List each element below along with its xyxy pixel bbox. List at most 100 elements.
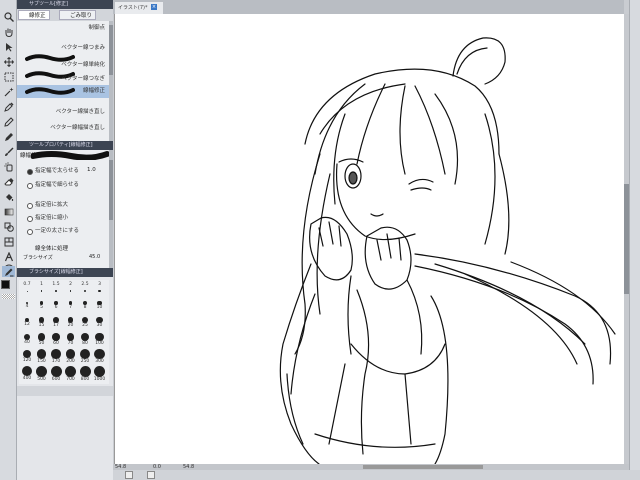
option-label: 指定幅で太らせる: [35, 168, 79, 174]
brush-size-cell[interactable]: 6: [50, 299, 62, 312]
brush-size-cell[interactable]: 20: [65, 316, 77, 329]
navigator-icon[interactable]: [125, 471, 133, 479]
move-icon[interactable]: [2, 55, 15, 68]
hand-icon[interactable]: [2, 25, 15, 38]
brush-size-cell[interactable]: 25: [79, 316, 91, 329]
brush-size-cell[interactable]: 15: [36, 316, 48, 329]
brush-size-cell[interactable]: 250: [79, 348, 91, 364]
brush-size-cell[interactable]: 2: [65, 282, 77, 295]
horizontal-scroll-thumb[interactable]: [363, 465, 483, 469]
brush-size-dot: [26, 290, 28, 292]
option-enlarge[interactable]: 指定倍に拡大: [19, 200, 109, 210]
brush-size-cell[interactable]: 4: [21, 299, 33, 312]
brush-size-cell[interactable]: 30: [94, 316, 106, 329]
sub-tool-label: 線幅修正: [82, 88, 105, 94]
brush-size-dot: [65, 349, 76, 359]
brush-size-value[interactable]: 45.0: [89, 254, 100, 260]
sub-tool-panel-header[interactable]: サブツール[修正]: [17, 0, 113, 9]
brush-size-cell[interactable]: 600: [50, 365, 62, 382]
brush-size-cell[interactable]: 10: [94, 299, 106, 312]
brush-size-cell[interactable]: 1.5: [50, 282, 62, 295]
brush-size-cell[interactable]: 80: [79, 332, 91, 346]
brush-size-cell[interactable]: 100: [94, 332, 106, 346]
brush-size-cell[interactable]: 150: [36, 349, 48, 364]
sub-tool-item[interactable]: 制御点: [17, 23, 109, 34]
brush-size-cell[interactable]: 3: [94, 282, 106, 295]
selection-icon[interactable]: [2, 70, 15, 83]
brush-size-cell[interactable]: 60: [50, 333, 62, 346]
sub-tool-item[interactable]: ベクター線幅描き直し: [17, 123, 109, 134]
tool-bar: [0, 0, 17, 480]
brush-size-cell[interactable]: 2.5: [79, 282, 91, 295]
transparent-color-swatch[interactable]: [2, 294, 15, 299]
sub-tool-item[interactable]: ベクター線つなぎ: [17, 74, 109, 85]
zoom-icon[interactable]: [2, 10, 15, 23]
tool-property-scrollbar[interactable]: [109, 150, 113, 268]
brush-size-label: 1: [40, 282, 43, 287]
brush-size-cell[interactable]: 50: [36, 333, 48, 346]
brush-size-label: 700: [66, 376, 75, 382]
sub-tool-item[interactable]: ベクター線つまみ: [17, 43, 109, 54]
radio-dot: [27, 183, 33, 189]
airbrush-icon[interactable]: [2, 160, 15, 173]
sub-tool-item[interactable]: ベクター線描き直し: [17, 107, 109, 118]
pencil-icon[interactable]: [2, 130, 15, 143]
brush-size-cell[interactable]: 200: [65, 349, 77, 364]
tool-property-header[interactable]: ツールプロパティ[線幅修正]: [17, 141, 113, 150]
option-constant[interactable]: 一定の太さにする: [19, 226, 109, 236]
brush-size-cell[interactable]: 70: [65, 333, 77, 346]
brush-size-cell[interactable]: 40: [21, 333, 33, 346]
option-thin[interactable]: 指定幅で細らせる: [19, 180, 109, 190]
brush-size-label: 3: [98, 282, 101, 287]
brush-size-dot: [51, 349, 61, 359]
drawing-canvas[interactable]: [114, 14, 624, 464]
option-shrink[interactable]: 指定倍に縮小: [19, 213, 109, 223]
tab-dust-removal[interactable]: ごみ取り: [59, 10, 97, 20]
width-value[interactable]: 1.0: [87, 167, 96, 173]
brush-size-label: 20: [67, 322, 74, 328]
tab-line-correction[interactable]: 線修正: [18, 10, 50, 20]
brush-size-cell[interactable]: 0.7: [21, 282, 33, 295]
brush-size-cell[interactable]: 12: [21, 316, 33, 329]
brush-size-label: 6: [54, 304, 58, 310]
fill-icon[interactable]: [2, 190, 15, 203]
brush-size-cell[interactable]: 120: [21, 349, 33, 363]
brush-size-cell[interactable]: 170: [50, 349, 62, 364]
brush-size-cell[interactable]: 300: [94, 348, 106, 364]
brush-size-label: 600: [51, 376, 61, 382]
sub-tool-item[interactable]: ベクター線単純化: [17, 60, 109, 71]
brush-size-cell[interactable]: 1000: [94, 365, 106, 382]
eyedropper-icon[interactable]: [2, 100, 15, 113]
brush-size-cell[interactable]: 7: [65, 299, 77, 312]
brush-size-cell[interactable]: 5: [36, 299, 48, 312]
correct-line-icon[interactable]: [2, 266, 15, 277]
close-icon[interactable]: ×: [151, 4, 157, 10]
brush-size-dot: [69, 290, 72, 292]
scroll-thumb[interactable]: [109, 25, 113, 75]
auto-select-icon[interactable]: [2, 85, 15, 98]
brush-size-cell[interactable]: 17: [50, 316, 62, 329]
sub-tool-label: ベクター線描き直し: [55, 109, 105, 115]
brush-icon[interactable]: [2, 145, 15, 158]
apply-whole-line-label[interactable]: 線全体に処理: [35, 244, 68, 252]
select-layer-icon[interactable]: [2, 40, 15, 53]
sub-tool-label: ベクター線単純化: [61, 62, 105, 68]
pen-icon[interactable]: [2, 115, 15, 128]
figure-icon[interactable]: [2, 220, 15, 233]
brush-size-cell[interactable]: 400: [21, 365, 33, 381]
sub-tool-scrollbar[interactable]: [109, 21, 113, 141]
gradient-icon[interactable]: [2, 205, 15, 218]
brush-size-cell[interactable]: 800: [79, 365, 91, 382]
brush-size-cell[interactable]: 500: [36, 365, 48, 382]
scroll-thumb[interactable]: [109, 160, 113, 220]
brush-size-cell[interactable]: 700: [65, 365, 77, 382]
brush-size-label: 12: [24, 322, 30, 328]
brush-size-header[interactable]: ブラシサイズ[線幅修正]: [17, 268, 113, 277]
main-color-swatch[interactable]: [1, 280, 10, 289]
layer-icon[interactable]: [147, 471, 155, 479]
brush-size-cell[interactable]: 8: [79, 299, 91, 312]
frame-icon[interactable]: [2, 235, 15, 248]
brush-size-cell[interactable]: 1: [36, 282, 48, 295]
brush-size-label: 800: [80, 376, 90, 382]
eraser-icon[interactable]: [2, 175, 15, 188]
